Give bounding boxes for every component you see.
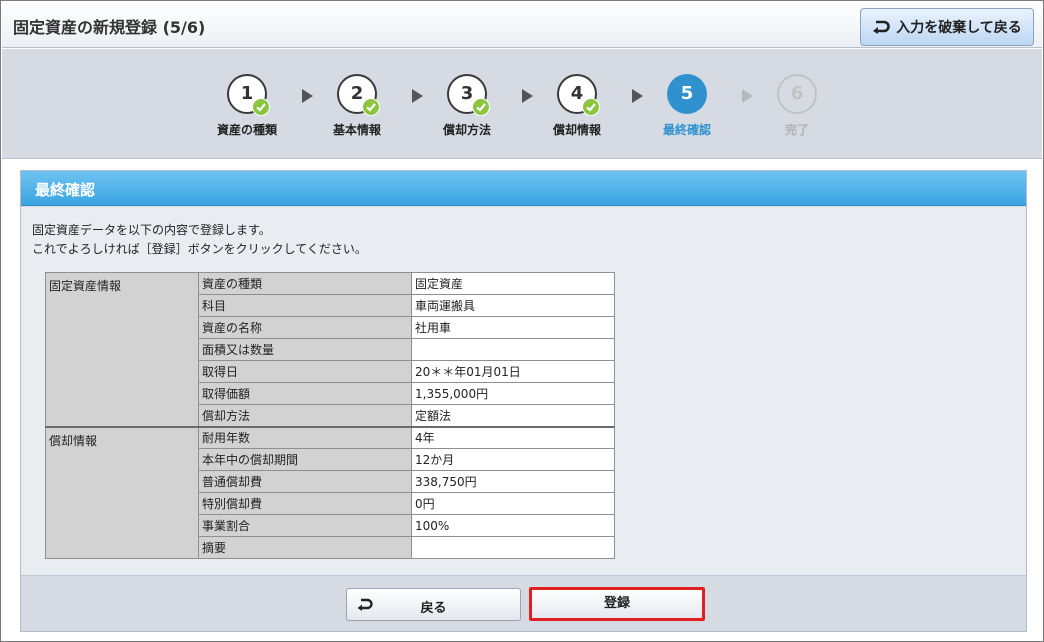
intro-line-2: これでよろしければ［登録］ボタンをクリックしてください。 — [32, 242, 367, 256]
step-5: 5 最終確認 — [647, 74, 727, 138]
field-value: 20＊＊年01月01日 — [411, 360, 615, 383]
discard-button-label: 入力を破棄して戻る — [896, 20, 1022, 36]
field-value: 100% — [411, 514, 615, 537]
step-2-number: 2 — [337, 74, 380, 116]
field-value: 0円 — [411, 492, 615, 515]
step-5-number: 5 — [667, 74, 707, 114]
section-header: 固定資産情報 — [45, 272, 199, 427]
table-row: 固定資産情報 資産の種類 固定資産 — [45, 272, 615, 427]
asset-summary-table: 固定資産情報 資産の種類 固定資産 科目 車両運搬具 資産の名称 社用車 面積又は数量 取得日 2… — [45, 272, 615, 559]
step-5-label: 最終確認 — [662, 123, 711, 137]
step-6-number: 6 — [777, 74, 817, 114]
field-label: 取得価額 — [198, 382, 412, 405]
step-2: 2 基本情報 — [317, 74, 397, 138]
field-label: 特別償却費 — [198, 492, 412, 515]
step-6-label: 完了 — [784, 123, 809, 137]
step-6: 6 完了 — [757, 74, 837, 138]
field-label: 本年中の償却期間 — [198, 448, 412, 471]
step-arrow-icon — [302, 89, 313, 103]
step-4-label: 償却情報 — [552, 123, 601, 137]
field-label: 事業割合 — [198, 514, 412, 537]
field-label: 償却方法 — [198, 404, 412, 427]
field-label: 面積又は数量 — [198, 338, 412, 361]
step-3: 3 償却方法 — [427, 74, 507, 138]
step-1-label: 資産の種類 — [216, 123, 277, 137]
step-4-number: 4 — [557, 74, 600, 116]
check-icon — [252, 98, 270, 116]
field-value — [411, 536, 615, 559]
field-label: 資産の種類 — [198, 272, 412, 295]
step-arrow-icon — [632, 89, 643, 103]
step-indicator: 1 資産の種類 2 基本情報 3 償却方法 4 償却情報 5 最終確認 6 完了 — [2, 49, 1042, 159]
field-value: 定額法 — [411, 404, 615, 427]
table-row: 償却情報 耐用年数 4年 — [45, 425, 615, 559]
return-arrow-icon — [873, 20, 890, 34]
back-button-label: 戻る — [420, 601, 447, 616]
intro-line-1: 固定資産データを以下の内容で登録します。 — [32, 223, 271, 237]
field-value: 車両運搬具 — [411, 294, 615, 317]
field-value: 4年 — [411, 425, 615, 449]
step-arrow-icon — [412, 89, 423, 103]
field-label: 摘要 — [198, 536, 412, 559]
step-3-label: 償却方法 — [442, 123, 491, 137]
field-value: 12か月 — [411, 448, 615, 471]
window: 固定資産の新規登録 (5/6) 入力を破棄して戻る 1 資産の種類 2 基本情報… — [0, 0, 1044, 642]
field-label: 資産の名称 — [198, 316, 412, 339]
final-confirmation-panel: 最終確認 固定資産データを以下の内容で登録します。 これでよろしければ［登録］ボ… — [20, 170, 1027, 632]
check-icon — [582, 98, 600, 116]
step-arrow-icon — [522, 89, 533, 103]
step-1: 1 資産の種類 — [207, 74, 287, 138]
field-value: 固定資産 — [411, 272, 615, 295]
back-button[interactable]: 戻る — [346, 588, 521, 621]
check-icon — [472, 98, 490, 116]
panel-body: 固定資産データを以下の内容で登録します。 これでよろしければ［登録］ボタンをクリ… — [21, 207, 1026, 575]
page-title: 固定資産の新規登録 (5/6) — [13, 18, 206, 37]
step-1-number: 1 — [227, 74, 270, 116]
field-value: 社用車 — [411, 316, 615, 339]
field-value: 338,750円 — [411, 470, 615, 493]
panel-footer: 戻る 登録 — [21, 575, 1026, 631]
field-value: 1,355,000円 — [411, 382, 615, 405]
intro-text: 固定資産データを以下の内容で登録します。 これでよろしければ［登録］ボタンをクリ… — [32, 221, 367, 259]
step-3-number: 3 — [447, 74, 490, 116]
field-label: 科目 — [198, 294, 412, 317]
register-button[interactable]: 登録 — [529, 587, 705, 621]
field-label: 耐用年数 — [198, 425, 412, 449]
field-label: 取得日 — [198, 360, 412, 383]
header: 固定資産の新規登録 (5/6) 入力を破棄して戻る — [2, 2, 1042, 48]
discard-and-return-button[interactable]: 入力を破棄して戻る — [860, 8, 1034, 46]
step-2-label: 基本情報 — [332, 123, 381, 137]
step-4: 4 償却情報 — [537, 74, 617, 138]
check-icon — [362, 98, 380, 116]
step-arrow-icon — [742, 89, 753, 103]
panel-title: 最終確認 — [21, 171, 1026, 206]
field-label: 普通償却費 — [198, 470, 412, 493]
section-header: 償却情報 — [45, 425, 199, 559]
field-value — [411, 338, 615, 361]
